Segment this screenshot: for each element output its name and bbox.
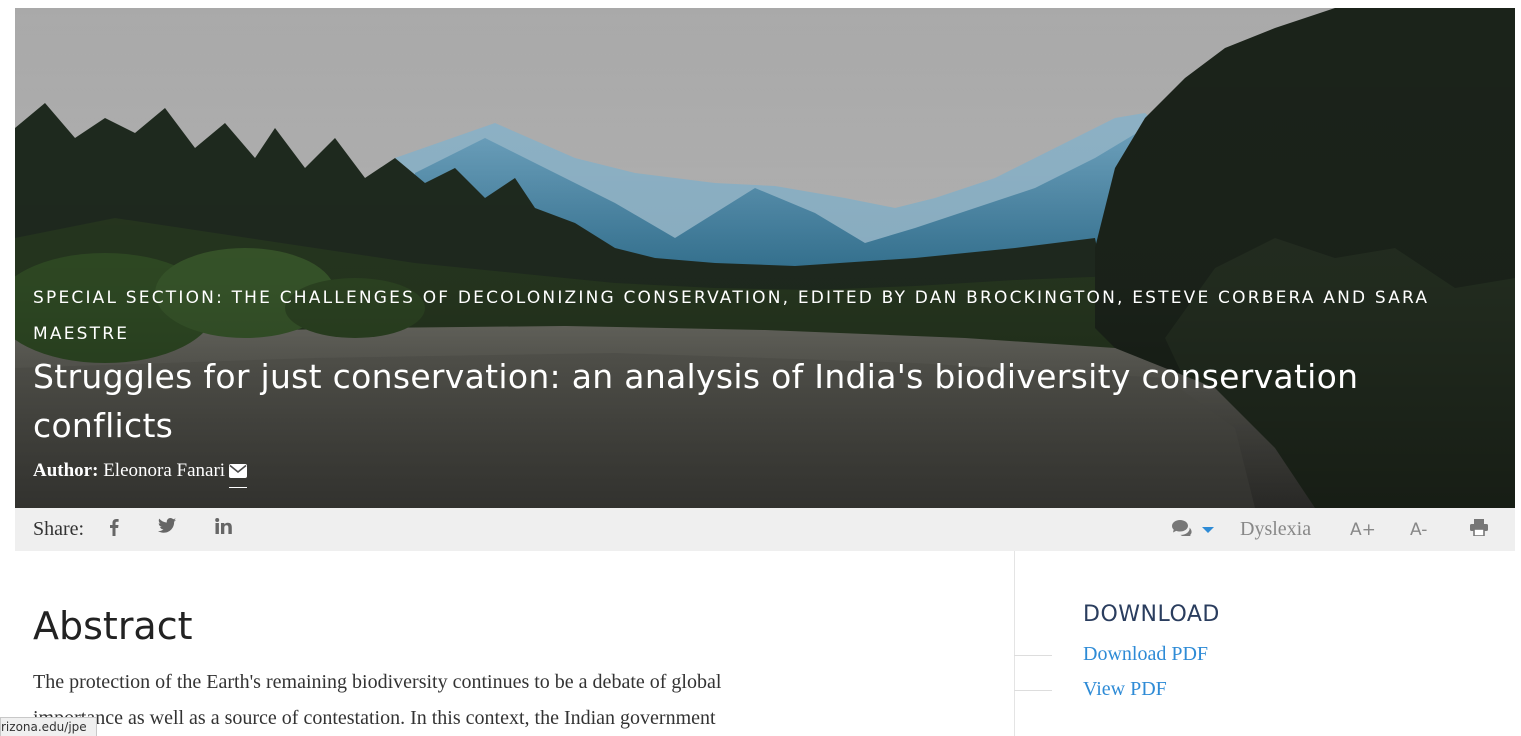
author-label: Author: (33, 460, 99, 481)
sidebar-tick (1014, 655, 1052, 656)
page: SPECIAL SECTION: THE CHALLENGES OF DECOL… (0, 0, 1521, 736)
decrease-font-button[interactable]: A- (1410, 520, 1427, 540)
hero-text: SPECIAL SECTION: THE CHALLENGES OF DECOL… (33, 280, 1503, 488)
increase-font-button[interactable]: A+ (1350, 520, 1376, 540)
caret-down-icon[interactable] (1201, 520, 1215, 543)
download-heading: DOWNLOAD (1083, 602, 1220, 627)
abstract-paragraph: The protection of the Earth's remaining … (33, 671, 722, 729)
envelope-icon[interactable] (229, 462, 248, 488)
article-title: Struggles for just conservation: an anal… (33, 357, 1359, 445)
sidebar-tick (1014, 690, 1052, 691)
abstract-heading: Abstract (33, 604, 193, 648)
sidebar-divider (1014, 551, 1015, 736)
print-icon[interactable] (1470, 519, 1488, 542)
share-label: Share: (33, 518, 85, 540)
dyslexia-toggle[interactable]: Dyslexia (1240, 518, 1311, 541)
author-line: Author: Eleonora Fanari (33, 460, 1503, 488)
author-name: Eleonora Fanari (103, 460, 226, 481)
linkedin-icon[interactable] (215, 518, 232, 539)
download-pdf-link[interactable]: Download PDF (1083, 643, 1208, 666)
comments-icon[interactable] (1172, 519, 1192, 542)
status-bar-url: rizona.edu/jpe (0, 717, 97, 736)
share-toolbar: Share: Dyslexia A+ A- (15, 508, 1515, 551)
facebook-icon[interactable] (109, 518, 119, 541)
view-pdf-link[interactable]: View PDF (1083, 678, 1167, 701)
section-label[interactable]: SPECIAL SECTION: THE CHALLENGES OF DECOL… (33, 280, 1503, 352)
twitter-icon[interactable] (158, 518, 176, 538)
hero-banner: SPECIAL SECTION: THE CHALLENGES OF DECOL… (15, 8, 1515, 508)
